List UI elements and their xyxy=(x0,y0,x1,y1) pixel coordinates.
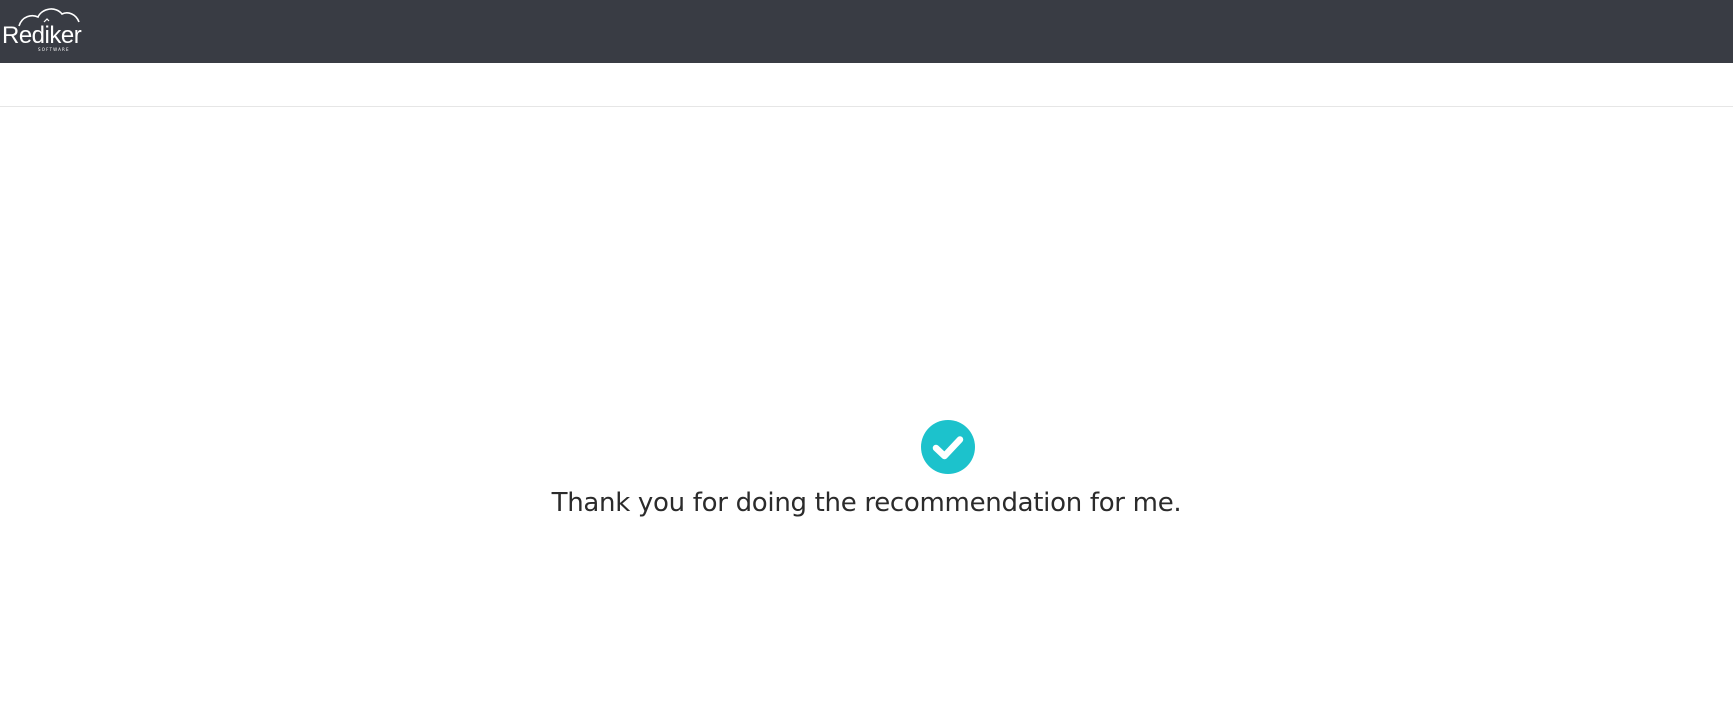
check-circle-icon xyxy=(921,420,975,474)
confirmation-message: Thank you for doing the recommendation f… xyxy=(551,488,1182,518)
rediker-logo[interactable]: Rediker SOFTWARE xyxy=(0,4,90,56)
logo-subtext: SOFTWARE xyxy=(38,47,70,52)
logo-text: Rediker xyxy=(2,22,82,49)
secondary-bar xyxy=(0,63,1733,107)
top-header-bar: Rediker SOFTWARE xyxy=(0,0,1733,63)
